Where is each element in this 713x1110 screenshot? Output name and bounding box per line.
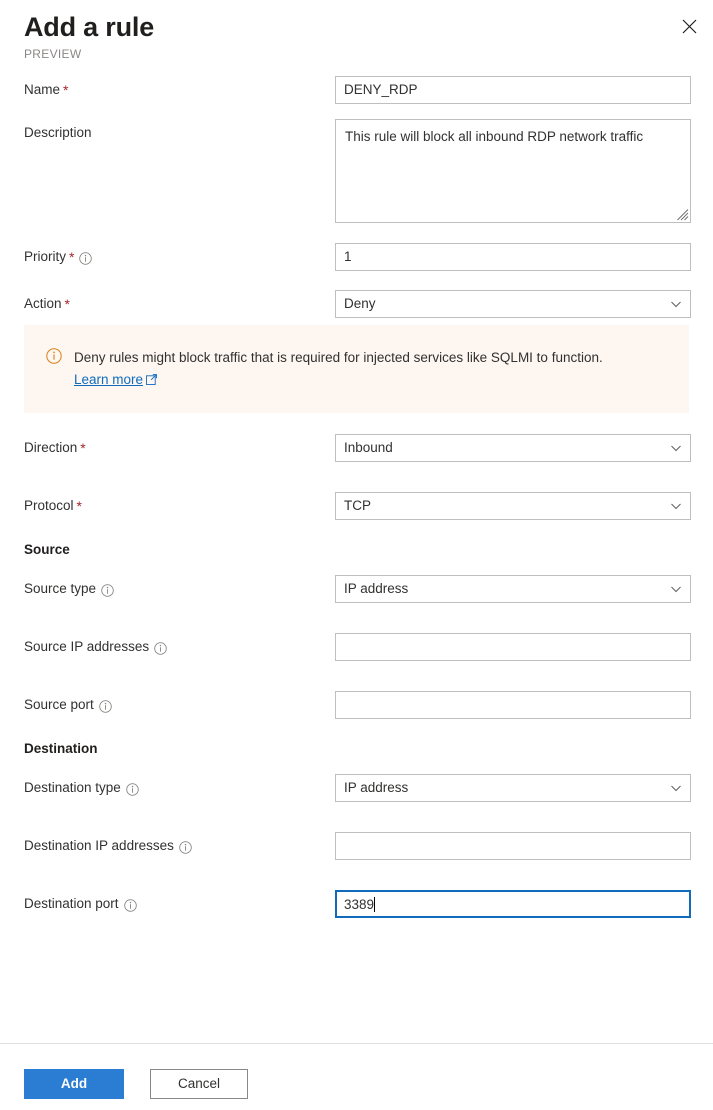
form-row-action: Action * Deny bbox=[24, 290, 691, 318]
banner-message-text: Deny rules might block traffic that is r… bbox=[74, 350, 603, 365]
form-row-source-port: Source port bbox=[24, 691, 691, 719]
destination-ip-label: Destination IP addresses bbox=[24, 832, 335, 860]
required-asterisk: * bbox=[63, 82, 69, 98]
destination-type-label-text: Destination type bbox=[24, 780, 121, 795]
rule-form: Name * DENY_RDP Description This rule wi… bbox=[0, 76, 713, 318]
destination-ip-input[interactable] bbox=[335, 832, 691, 860]
info-icon[interactable] bbox=[101, 583, 114, 597]
description-label-text: Description bbox=[24, 125, 92, 140]
name-label: Name * bbox=[24, 76, 335, 104]
name-input[interactable]: DENY_RDP bbox=[335, 76, 691, 104]
chevron-down-icon bbox=[670, 298, 682, 310]
destination-type-select-value: IP address bbox=[344, 780, 409, 795]
action-select-value: Deny bbox=[344, 296, 376, 311]
action-select[interactable]: Deny bbox=[335, 290, 691, 318]
section-heading-source: Source bbox=[24, 542, 70, 557]
footer-divider bbox=[0, 1043, 713, 1044]
info-icon[interactable] bbox=[154, 641, 167, 655]
destination-port-input[interactable]: 3389 bbox=[335, 890, 691, 918]
form-row-destination-ip: Destination IP addresses bbox=[24, 832, 691, 860]
cancel-button[interactable]: Cancel bbox=[150, 1069, 248, 1099]
source-type-select-value: IP address bbox=[344, 581, 409, 596]
chevron-down-icon bbox=[670, 583, 682, 595]
protocol-select-value: TCP bbox=[344, 498, 371, 513]
banner-message: Deny rules might block traffic that is r… bbox=[74, 347, 634, 391]
destination-type-label: Destination type bbox=[24, 774, 335, 802]
rule-form-network: Direction * Inbound Protocol * TCP bbox=[0, 434, 713, 520]
form-row-protocol: Protocol * TCP bbox=[24, 492, 691, 520]
form-row-source-type: Source type IP address bbox=[24, 575, 691, 603]
form-row-priority: Priority * 1 bbox=[24, 243, 691, 271]
required-asterisk: * bbox=[64, 296, 70, 312]
priority-label-text: Priority bbox=[24, 249, 67, 264]
info-icon[interactable] bbox=[126, 782, 139, 796]
required-asterisk: * bbox=[69, 249, 75, 265]
protocol-label: Protocol * bbox=[24, 492, 335, 520]
footer-actions: Add Cancel bbox=[24, 1069, 248, 1099]
source-fields: Source type IP address Source IP address… bbox=[0, 575, 713, 719]
info-icon[interactable] bbox=[179, 840, 192, 854]
source-port-label: Source port bbox=[24, 691, 335, 719]
direction-select-value: Inbound bbox=[344, 440, 393, 455]
resize-handle-icon[interactable] bbox=[677, 209, 689, 221]
form-row-description: Description This rule will block all inb… bbox=[24, 119, 691, 223]
protocol-label-text: Protocol bbox=[24, 498, 74, 513]
form-row-destination-port: Destination port 3389 bbox=[24, 890, 691, 918]
destination-ip-label-text: Destination IP addresses bbox=[24, 838, 174, 853]
info-icon[interactable] bbox=[99, 699, 112, 713]
direction-label-text: Direction bbox=[24, 440, 78, 455]
description-textarea[interactable]: This rule will block all inbound RDP net… bbox=[335, 119, 691, 223]
info-icon bbox=[46, 348, 62, 364]
add-rule-panel: Add a rule PREVIEW Name * DENY_RDP Descr… bbox=[0, 0, 713, 1110]
source-port-label-text: Source port bbox=[24, 697, 94, 712]
form-row-direction: Direction * Inbound bbox=[24, 434, 691, 462]
source-type-label: Source type bbox=[24, 575, 335, 603]
close-button[interactable] bbox=[673, 10, 705, 42]
action-label-text: Action bbox=[24, 296, 62, 311]
chevron-down-icon bbox=[670, 442, 682, 454]
description-label: Description bbox=[24, 119, 335, 147]
source-ip-input[interactable] bbox=[335, 633, 691, 661]
external-link-icon[interactable] bbox=[146, 374, 157, 385]
page-title: Add a rule bbox=[24, 12, 155, 42]
source-type-label-text: Source type bbox=[24, 581, 97, 596]
source-type-select[interactable]: IP address bbox=[335, 575, 691, 603]
close-icon bbox=[682, 19, 697, 34]
form-row-source-ip: Source IP addresses bbox=[24, 633, 691, 661]
destination-port-label: Destination port bbox=[24, 890, 335, 918]
direction-label: Direction * bbox=[24, 434, 335, 462]
deny-rules-warning-banner: Deny rules might block traffic that is r… bbox=[24, 325, 689, 413]
direction-select[interactable]: Inbound bbox=[335, 434, 691, 462]
priority-label: Priority * bbox=[24, 243, 335, 271]
learn-more-link[interactable]: Learn more bbox=[74, 372, 143, 387]
preview-badge: PREVIEW bbox=[24, 47, 82, 61]
source-ip-label: Source IP addresses bbox=[24, 633, 335, 661]
info-icon[interactable] bbox=[123, 898, 137, 912]
chevron-down-icon bbox=[670, 500, 682, 512]
description-textarea-value: This rule will block all inbound RDP net… bbox=[345, 129, 644, 144]
add-button[interactable]: Add bbox=[24, 1069, 124, 1099]
destination-port-label-text: Destination port bbox=[24, 896, 119, 911]
info-icon[interactable] bbox=[79, 251, 93, 265]
name-label-text: Name bbox=[24, 82, 61, 97]
source-port-input[interactable] bbox=[335, 691, 691, 719]
section-heading-destination: Destination bbox=[24, 741, 98, 756]
panel-header: Add a rule PREVIEW bbox=[0, 0, 713, 62]
protocol-select[interactable]: TCP bbox=[335, 492, 691, 520]
form-row-name: Name * DENY_RDP bbox=[24, 76, 691, 104]
destination-port-value: 3389 bbox=[344, 897, 375, 912]
text-cursor bbox=[374, 897, 376, 912]
destination-fields: Destination type IP address Destination … bbox=[0, 774, 713, 918]
destination-type-select[interactable]: IP address bbox=[335, 774, 691, 802]
chevron-down-icon bbox=[670, 782, 682, 794]
priority-input[interactable]: 1 bbox=[335, 243, 691, 271]
action-label: Action * bbox=[24, 290, 335, 318]
source-ip-label-text: Source IP addresses bbox=[24, 639, 150, 654]
form-row-destination-type: Destination type IP address bbox=[24, 774, 691, 802]
required-asterisk: * bbox=[80, 440, 86, 456]
required-asterisk: * bbox=[76, 498, 82, 514]
